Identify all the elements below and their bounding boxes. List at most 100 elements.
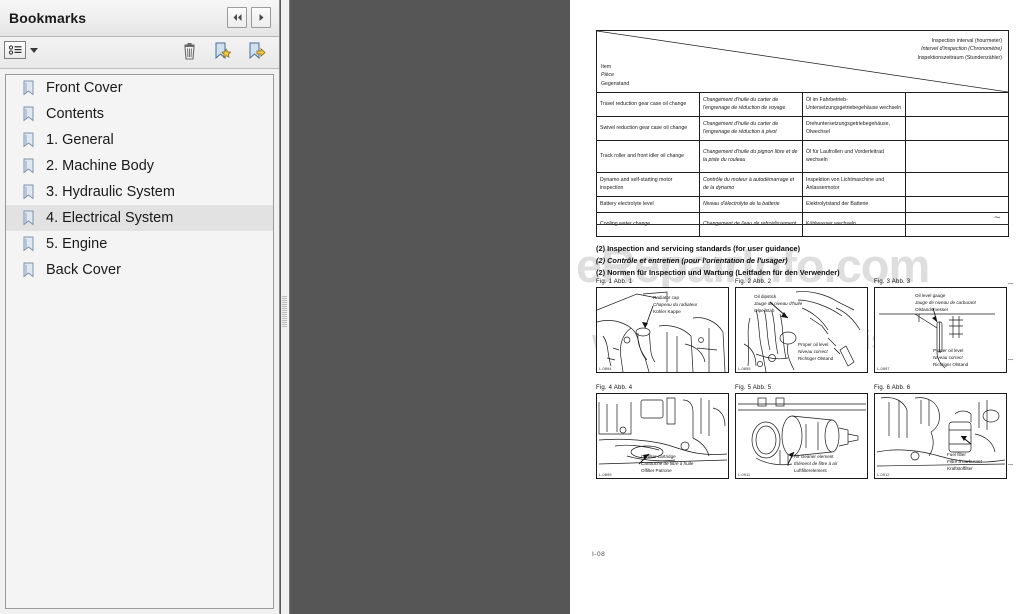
figure-row-2: Fig. 4 Abb. 4 Oil filter cartridge Carto… xyxy=(596,385,1009,479)
figure-label-fr: Chapeau du radiateur xyxy=(653,301,698,307)
section-heading-en: (2) Inspection and servicing standards (… xyxy=(596,244,801,253)
previous-panel-button[interactable] xyxy=(227,7,247,28)
goto-bookmark-icon[interactable] xyxy=(247,40,267,62)
bookmark-icon xyxy=(22,158,36,174)
row-item-fr: Niveau d'électrolyte de la batterie xyxy=(699,196,803,213)
section-heading-fr: (2) Contrôle et entretien (pour l'orient… xyxy=(596,255,788,265)
bookmark-item-5[interactable]: 4. Electrical System xyxy=(6,205,273,231)
figure-image: Air cleaner element Élément de filtre à … xyxy=(735,393,868,479)
row-item-de: Öl für Laufrollen und Vorderleitrad wech… xyxy=(802,140,906,173)
figure-label: Fuel filter Filtre à carburant Kraftstof… xyxy=(947,452,982,473)
figure-label-fr: Jauge de niveau de carburant xyxy=(915,299,976,305)
row-item-fr: Changement d'huile du carter de l'engren… xyxy=(699,92,803,117)
bookmark-icon xyxy=(22,132,36,148)
bookmark-item-2[interactable]: 1. General xyxy=(6,127,273,153)
row-item-fr: Changement d'huile du pignon libre et de… xyxy=(699,140,803,173)
delete-bookmark-icon[interactable] xyxy=(179,40,199,62)
bookmark-label: 2. Machine Body xyxy=(46,158,155,174)
figure-label-en: Fuel filter xyxy=(947,452,966,457)
bookmarks-panel-header: Bookmarks xyxy=(0,0,279,37)
figure-3: Fig. 3 Abb. 3 Oil level gauge Jauge de n… xyxy=(874,279,1007,373)
figure-1: Fig. 1 Abb. 1 Radiator cap Chapeau du ra… xyxy=(596,279,729,373)
figure-label-de: Richtiger Olstand xyxy=(933,361,969,367)
scan-artifact-icon: ∼ xyxy=(993,212,1001,222)
figure-label: Proper oil level Niveau correct Richtige… xyxy=(933,348,968,369)
figure-row-1: Fig. 1 Abb. 1 Radiator cap Chapeau du ra… xyxy=(596,279,1009,373)
figure-label-fr: Jauge de niveau d'huile xyxy=(754,300,803,306)
new-bookmark-icon[interactable] xyxy=(213,40,233,62)
figure-code: L-0897 xyxy=(877,366,890,371)
table-row: Track roller and front idler oil change … xyxy=(596,140,1009,173)
row-item-en: Dynamo and self-starting motor inspectio… xyxy=(596,172,700,197)
figure-label: Oil filter cartridge Cartouche de filtre… xyxy=(641,454,693,475)
chevron-down-icon[interactable] xyxy=(30,47,38,53)
bookmarks-list[interactable]: Front Cover Contents 1. General 2. Machi… xyxy=(5,74,274,609)
bookmarks-action-icons xyxy=(179,40,267,62)
next-panel-button[interactable] xyxy=(251,7,271,28)
table-row: Dynamo and self-starting motor inspectio… xyxy=(596,172,1009,197)
header-left-en: Item xyxy=(601,64,612,71)
bookmarks-toolbar xyxy=(0,37,279,69)
section-heading: (2) Inspection and servicing standards (… xyxy=(596,243,840,279)
bookmark-item-0[interactable]: Front Cover xyxy=(6,75,273,101)
row-interval xyxy=(905,196,1009,213)
figure-5: Fig. 5 Abb. 5 Air cleaner element Élémen… xyxy=(735,385,868,479)
bookmark-label: 3. Hydraulic System xyxy=(46,184,175,200)
figure-image: Fuel filter Filtre à carburant Kraftstof… xyxy=(874,393,1007,479)
inspection-interval-table: Item Pièce Gegenstand Inspection interva… xyxy=(596,30,1009,237)
figure-label-fr: Niveau correct xyxy=(798,348,828,354)
row-item-fr: Contrôle du moteur à autodémarrage et de… xyxy=(699,172,803,197)
section-heading-de: (2) Normen für Inspection und Wartung (L… xyxy=(596,267,840,277)
row-interval xyxy=(905,116,1009,141)
figure-label-fr: Filtre à carburant xyxy=(947,458,982,464)
bookmark-item-4[interactable]: 3. Hydraulic System xyxy=(6,179,273,205)
figure-caption: Fig. 5 Abb. 5 xyxy=(735,385,772,391)
panel-nav-buttons xyxy=(227,7,271,28)
figure-label-en: Oil filter cartridge xyxy=(641,454,676,459)
row-item-de: Öl im Fahrbetrieb-Untersetzungsgetriebeg… xyxy=(802,92,906,117)
figure-label-en: Air cleaner element xyxy=(794,454,834,459)
row-interval xyxy=(905,140,1009,173)
header-right-en: Inspection interval (hourmeter) xyxy=(931,38,1002,44)
figure-label: Oil dipstick Jauge de niveau d'huile Olp… xyxy=(754,294,802,315)
row-interval xyxy=(905,172,1009,197)
table-header-right: Inspection interval (hourmeter) Intervel… xyxy=(918,37,1002,62)
row-item-en: Travel reduction gear case oil change xyxy=(596,92,700,117)
bookmark-item-6[interactable]: 5. Engine xyxy=(6,231,273,257)
bookmark-item-7[interactable]: Back Cover xyxy=(6,257,273,283)
figure-image: Oil dipstick Jauge de niveau d'huile Olp… xyxy=(735,287,868,373)
figure-label-en: Proper oil level xyxy=(933,348,964,353)
figure-code: L-0911 xyxy=(738,472,751,477)
figure-code: L-0894 xyxy=(599,366,612,371)
figure-image: Oil filter cartridge Cartouche de filtre… xyxy=(596,393,729,479)
figure-label: Air cleaner element Élément de filtre à … xyxy=(794,454,837,475)
figure-caption: Fig. 6 Abb. 6 xyxy=(874,385,911,391)
figure-4: Fig. 4 Abb. 4 Oil filter cartridge Carto… xyxy=(596,385,729,479)
section-divider xyxy=(596,224,1009,225)
bookmark-icon xyxy=(22,210,36,226)
bookmark-icon xyxy=(22,236,36,252)
figure-label-de: Luftfilterelement xyxy=(794,467,827,473)
figure-caption: Fig. 3 Abb. 3 xyxy=(874,279,911,285)
splitter-grip-icon[interactable] xyxy=(282,296,287,328)
pdf-reader-window: Bookmarks Front Cover Contents 1. Genera… xyxy=(0,0,1018,614)
panel-splitter[interactable] xyxy=(281,0,289,614)
figure-2: Fig. 2 Abb. 2 Oil dipstick Jauge de nive… xyxy=(735,279,868,373)
bookmark-label: Contents xyxy=(46,106,105,122)
figure-label-de: Olpeilstab xyxy=(754,307,775,313)
document-viewer[interactable]: eRepairInfo.com watermark only on this s… xyxy=(290,0,1018,614)
bookmarks-panel: Bookmarks Front Cover Contents 1. Genera… xyxy=(0,0,280,614)
figure-label-en: Oil dipstick xyxy=(754,294,777,299)
figure-label-de: Olstandsmesser xyxy=(915,306,949,312)
panel-title: Bookmarks xyxy=(9,10,87,26)
figure-code: L-0899 xyxy=(599,472,612,477)
row-item-de: Drehuntersetzungsgetriebegehäuse, Olwech… xyxy=(802,116,906,141)
bookmarks-options-group[interactable] xyxy=(4,41,38,59)
bookmark-item-1[interactable]: Contents xyxy=(6,101,273,127)
options-menu-icon[interactable] xyxy=(4,41,26,59)
table-row: Travel reduction gear case oil change Ch… xyxy=(596,92,1009,117)
figure-code: L-0895 xyxy=(738,366,751,371)
bookmark-item-3[interactable]: 2. Machine Body xyxy=(6,153,273,179)
header-left-fr: Pièce xyxy=(601,72,614,79)
bookmark-icon xyxy=(22,262,36,278)
